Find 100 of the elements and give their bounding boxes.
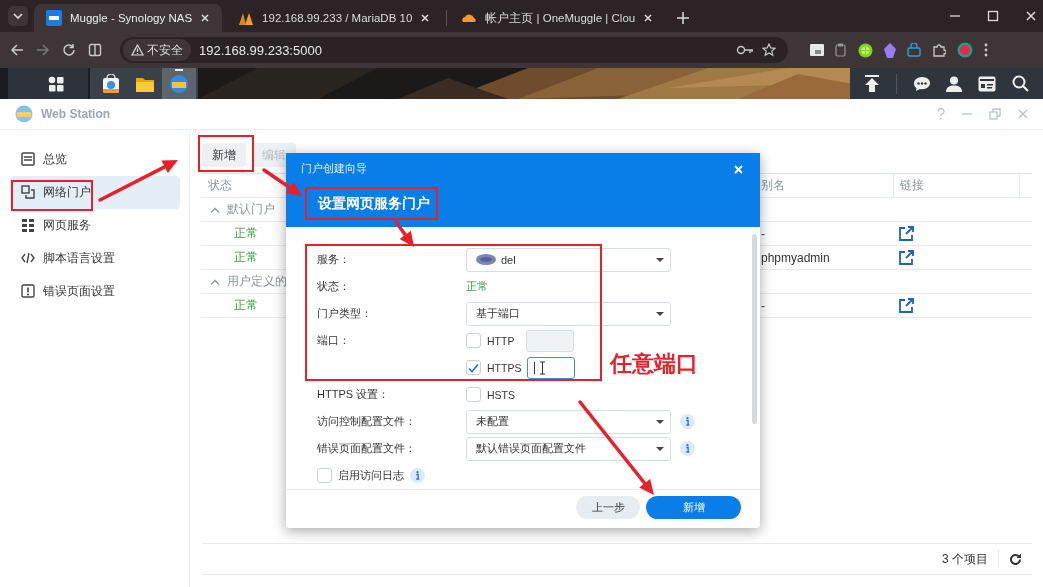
- field-label: 门户类型：: [317, 306, 373, 322]
- table-cell-text: phpmyadmin: [760, 249, 831, 267]
- grid-icon[interactable]: [48, 75, 64, 92]
- checkbox[interactable]: [317, 468, 332, 484]
- dialog-button[interactable]: 上一步: [576, 495, 640, 519]
- url-text: 192.168.99.233:5000: [199, 42, 323, 58]
- browser-tab[interactable]: Muggle - Synology NAS: [34, 4, 223, 32]
- plus-icon[interactable]: [677, 12, 690, 24]
- highlight-frame: [198, 135, 254, 172]
- upload-icon[interactable]: [863, 75, 880, 92]
- checkbox-label: HTTP: [487, 334, 516, 347]
- avatar-icon[interactable]: [957, 42, 973, 58]
- sidebar-item[interactable]: 错误页面设置: [10, 275, 180, 308]
- arrow: [262, 168, 302, 196]
- caret-icon: [656, 419, 664, 424]
- checkbox-label: HSTS: [487, 388, 516, 401]
- text-cursor-icon: [539, 360, 547, 375]
- dialog-button[interactable]: 新增: [646, 495, 741, 519]
- browser-tab[interactable]: 192.168.99.233 / MariaDB 10: [226, 4, 443, 32]
- window-title: Web Station: [41, 107, 111, 121]
- item-count: 3 个项目: [942, 550, 988, 568]
- window-icon[interactable]: [810, 44, 824, 56]
- refresh-icon[interactable]: [1009, 552, 1022, 566]
- shopping-bag-icon: [101, 73, 121, 94]
- port-field[interactable]: [527, 356, 576, 379]
- status-text: 正常: [466, 279, 488, 295]
- checkbox[interactable]: [466, 387, 481, 403]
- key-icon[interactable]: [736, 44, 754, 56]
- caret-icon: [656, 311, 664, 316]
- split-view-icon[interactable]: [88, 43, 102, 57]
- more-icon[interactable]: [984, 43, 988, 57]
- lock-bag-icon[interactable]: [907, 43, 921, 57]
- text-caret: [534, 361, 536, 374]
- caret-icon: [656, 446, 664, 451]
- security-button[interactable]: 不安全: [123, 39, 191, 61]
- external-link-icon[interactable]: [899, 226, 914, 241]
- clipboard-icon[interactable]: [835, 43, 847, 57]
- blocks-icon: [21, 218, 35, 233]
- field-label: 状态：: [317, 279, 351, 295]
- field-label: 访问控制配置文件：: [317, 414, 417, 430]
- dropdown[interactable]: 未配置: [466, 409, 671, 434]
- checkbox-label: 启用访问日志: [338, 468, 404, 483]
- maximize-icon[interactable]: [987, 10, 999, 22]
- user-icon[interactable]: [946, 75, 963, 92]
- address-bar[interactable]: 不安全 192.168.99.233:5000: [120, 37, 788, 63]
- checkbox-label: HTTPS: [487, 361, 522, 374]
- warning-icon: [131, 44, 144, 56]
- external-link-icon[interactable]: [899, 250, 914, 265]
- dropdown[interactable]: 基于端口: [466, 301, 671, 326]
- alert-icon: [21, 284, 35, 299]
- forward-arrow-icon[interactable]: [36, 43, 50, 57]
- code-icon: [21, 251, 35, 266]
- close-icon[interactable]: [1025, 10, 1037, 22]
- dropdown[interactable]: 默认错误页面配置文件: [466, 436, 671, 461]
- status-text: 正常: [233, 249, 258, 266]
- status-text: 正常: [233, 297, 258, 314]
- caret-icon[interactable]: [210, 206, 220, 213]
- list-icon: [21, 152, 35, 167]
- crystal-icon[interactable]: [884, 42, 896, 58]
- checkbox[interactable]: [466, 333, 481, 349]
- caret-icon[interactable]: [210, 278, 220, 285]
- field-label: HTTPS 设置：: [317, 387, 391, 403]
- globe-icon: [169, 73, 189, 94]
- id-card-icon[interactable]: [978, 75, 997, 92]
- reload-icon[interactable]: [62, 43, 76, 57]
- lime-icon[interactable]: [858, 42, 873, 58]
- group-label: 用户定义的: [227, 273, 287, 290]
- scrollbar[interactable]: [752, 234, 757, 425]
- table-cell-text: -: [760, 297, 766, 315]
- chat-icon[interactable]: [912, 75, 931, 92]
- sidebar-item[interactable]: 脚本语言设置: [10, 242, 180, 275]
- close-icon[interactable]: [200, 13, 211, 23]
- status-text: 正常: [233, 225, 258, 242]
- group-label: 默认门户: [227, 201, 275, 218]
- external-link-icon[interactable]: [899, 298, 914, 313]
- field-label: 端口：: [317, 333, 351, 349]
- close-icon[interactable]: [420, 13, 431, 23]
- dialog-heading: 设置网页服务门户: [318, 195, 430, 213]
- sidebar-item[interactable]: 总览: [10, 143, 180, 176]
- field-label: 服务：: [317, 252, 351, 268]
- browser-tab[interactable]: 帐户主页 | OneMuggle | Clou: [449, 4, 666, 32]
- chevron-down-icon[interactable]: [8, 6, 28, 26]
- sidebar-item[interactable]: 网络门户: [10, 176, 180, 209]
- dialog-title: 门户创建向导: [301, 162, 367, 176]
- globe-icon: [15, 105, 33, 123]
- search-icon[interactable]: [1012, 75, 1030, 92]
- arrow: [394, 220, 414, 247]
- star-icon[interactable]: [762, 43, 776, 57]
- back-arrow-icon[interactable]: [10, 43, 24, 57]
- close-icon[interactable]: [643, 13, 654, 23]
- toolbar-button[interactable]: 新增: [202, 143, 246, 167]
- dropdown[interactable]: del: [466, 247, 671, 272]
- puzzle-icon[interactable]: [932, 43, 946, 57]
- sidebar-item[interactable]: 网页服务: [10, 209, 180, 242]
- table-cell-text: -: [760, 225, 766, 243]
- field-label: 错误页面配置文件：: [317, 441, 417, 457]
- caret-icon: [656, 257, 664, 262]
- annotation-label: 任意端口: [610, 350, 698, 378]
- square-logo-icon: [46, 10, 62, 26]
- checkbox[interactable]: [466, 360, 481, 376]
